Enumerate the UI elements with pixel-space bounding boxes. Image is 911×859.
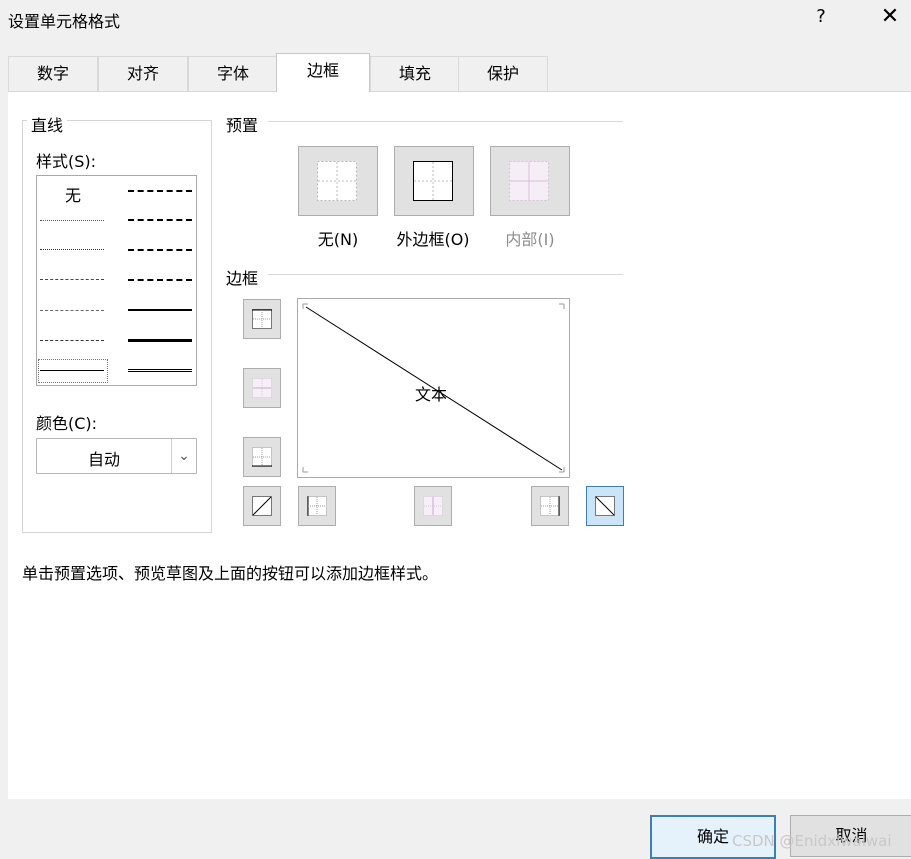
preview-text: 文本 — [415, 385, 448, 404]
line-group-title: 直线 — [27, 112, 68, 136]
preset-none-icon — [317, 161, 357, 201]
line-style-selection — [38, 359, 108, 383]
border-diagonal-down-button[interactable] — [586, 486, 624, 526]
border-top-button[interactable] — [243, 299, 281, 339]
line-style-medium[interactable] — [128, 309, 192, 312]
color-dropdown[interactable]: 自动 ⌄ — [36, 438, 197, 474]
close-button[interactable]: ✕ — [878, 6, 902, 30]
tab-number[interactable]: 数字 — [8, 56, 98, 91]
tab-alignment[interactable]: 对齐 — [98, 56, 188, 91]
border-left-button[interactable] — [298, 486, 336, 526]
line-style-thick[interactable] — [128, 339, 192, 343]
presets-divider — [268, 121, 623, 122]
watermark: CSDN @Enidxiwaiwai — [732, 832, 892, 850]
hint-text: 单击预置选项、预览草图及上面的按钮可以添加边框样式。 — [22, 564, 439, 583]
presets-title: 预置 — [226, 112, 265, 136]
color-value: 自动 — [87, 450, 120, 469]
style-label: 样式(S): — [36, 152, 97, 171]
line-style-medium-dashed[interactable] — [128, 279, 192, 282]
tab-border[interactable]: 边框 — [276, 53, 370, 92]
border-inside-horizontal-button — [243, 368, 281, 408]
line-style-none[interactable]: 无 — [65, 182, 81, 206]
preset-inside-button — [490, 146, 570, 216]
border-bottom-button[interactable] — [243, 437, 281, 477]
preset-inside-icon — [509, 161, 549, 201]
line-style-dotted[interactable] — [40, 249, 104, 251]
preset-outline-button[interactable] — [394, 146, 474, 216]
border-inside-horizontal-icon — [252, 378, 272, 398]
tab-fill[interactable]: 填充 — [370, 56, 460, 91]
tab-protection[interactable]: 保护 — [458, 56, 548, 91]
preset-inside-label: 内部(I) — [505, 230, 555, 249]
preset-outline-icon — [413, 161, 453, 201]
chevron-down-icon[interactable]: ⌄ — [171, 439, 196, 473]
line-style-medium-dash-dot-dot[interactable] — [128, 190, 192, 193]
border-inside-vertical-icon — [423, 496, 443, 516]
line-style-dash-dot-thin[interactable] — [40, 310, 104, 312]
line-style-slant-dash-dot[interactable] — [128, 219, 192, 222]
border-title: 边框 — [226, 265, 265, 289]
border-divider — [268, 274, 623, 275]
border-inside-vertical-button — [414, 486, 452, 526]
line-style-list[interactable]: 无 — [36, 175, 197, 386]
line-style-medium-dash-dot[interactable] — [128, 249, 192, 252]
preset-outline-label: 外边框(O) — [396, 230, 470, 249]
border-right-icon — [540, 496, 560, 516]
line-style-double[interactable] — [128, 369, 192, 373]
color-label: 颜色(C): — [36, 414, 98, 433]
border-top-icon — [252, 309, 272, 329]
preset-none-button[interactable] — [298, 146, 378, 216]
preset-none-label: 无(N) — [317, 230, 359, 249]
border-right-button[interactable] — [531, 486, 569, 526]
border-left-icon — [307, 496, 327, 516]
help-button[interactable]: ? — [812, 6, 830, 30]
line-style-dashed-thin[interactable] — [40, 340, 104, 342]
dialog-title: 设置单元格格式 — [8, 12, 121, 31]
border-bottom-icon — [252, 447, 272, 467]
border-preview[interactable]: 文本 — [297, 298, 570, 478]
diagonal-down-icon — [595, 496, 615, 516]
tab-font[interactable]: 字体 — [188, 56, 278, 91]
line-style-hair[interactable] — [40, 220, 104, 222]
border-diagonal-up-button[interactable] — [243, 486, 281, 526]
diagonal-up-icon — [252, 496, 272, 516]
line-style-dash-dot-dot-thin[interactable] — [40, 279, 104, 281]
